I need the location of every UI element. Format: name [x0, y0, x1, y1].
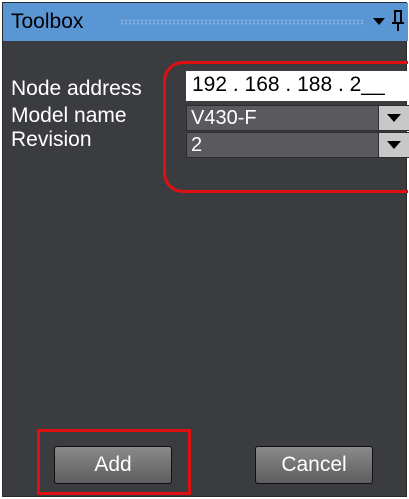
title-grip: [120, 19, 364, 25]
highlight-fields-box: [163, 61, 408, 193]
node-address-label: Node address: [11, 77, 142, 100]
pin-icon[interactable]: [391, 9, 405, 33]
chevron-down-icon[interactable]: [373, 18, 385, 25]
toolbox-title: Toolbox: [11, 10, 84, 33]
cancel-button[interactable]: Cancel: [255, 446, 373, 484]
model-name-label: Model name: [11, 104, 127, 127]
toolbox-title-bar[interactable]: Toolbox: [3, 3, 408, 41]
revision-label: Revision: [11, 128, 92, 151]
toolbox-panel: Toolbox Node address Model name Revision…: [2, 2, 409, 497]
highlight-add-box: [37, 429, 191, 495]
